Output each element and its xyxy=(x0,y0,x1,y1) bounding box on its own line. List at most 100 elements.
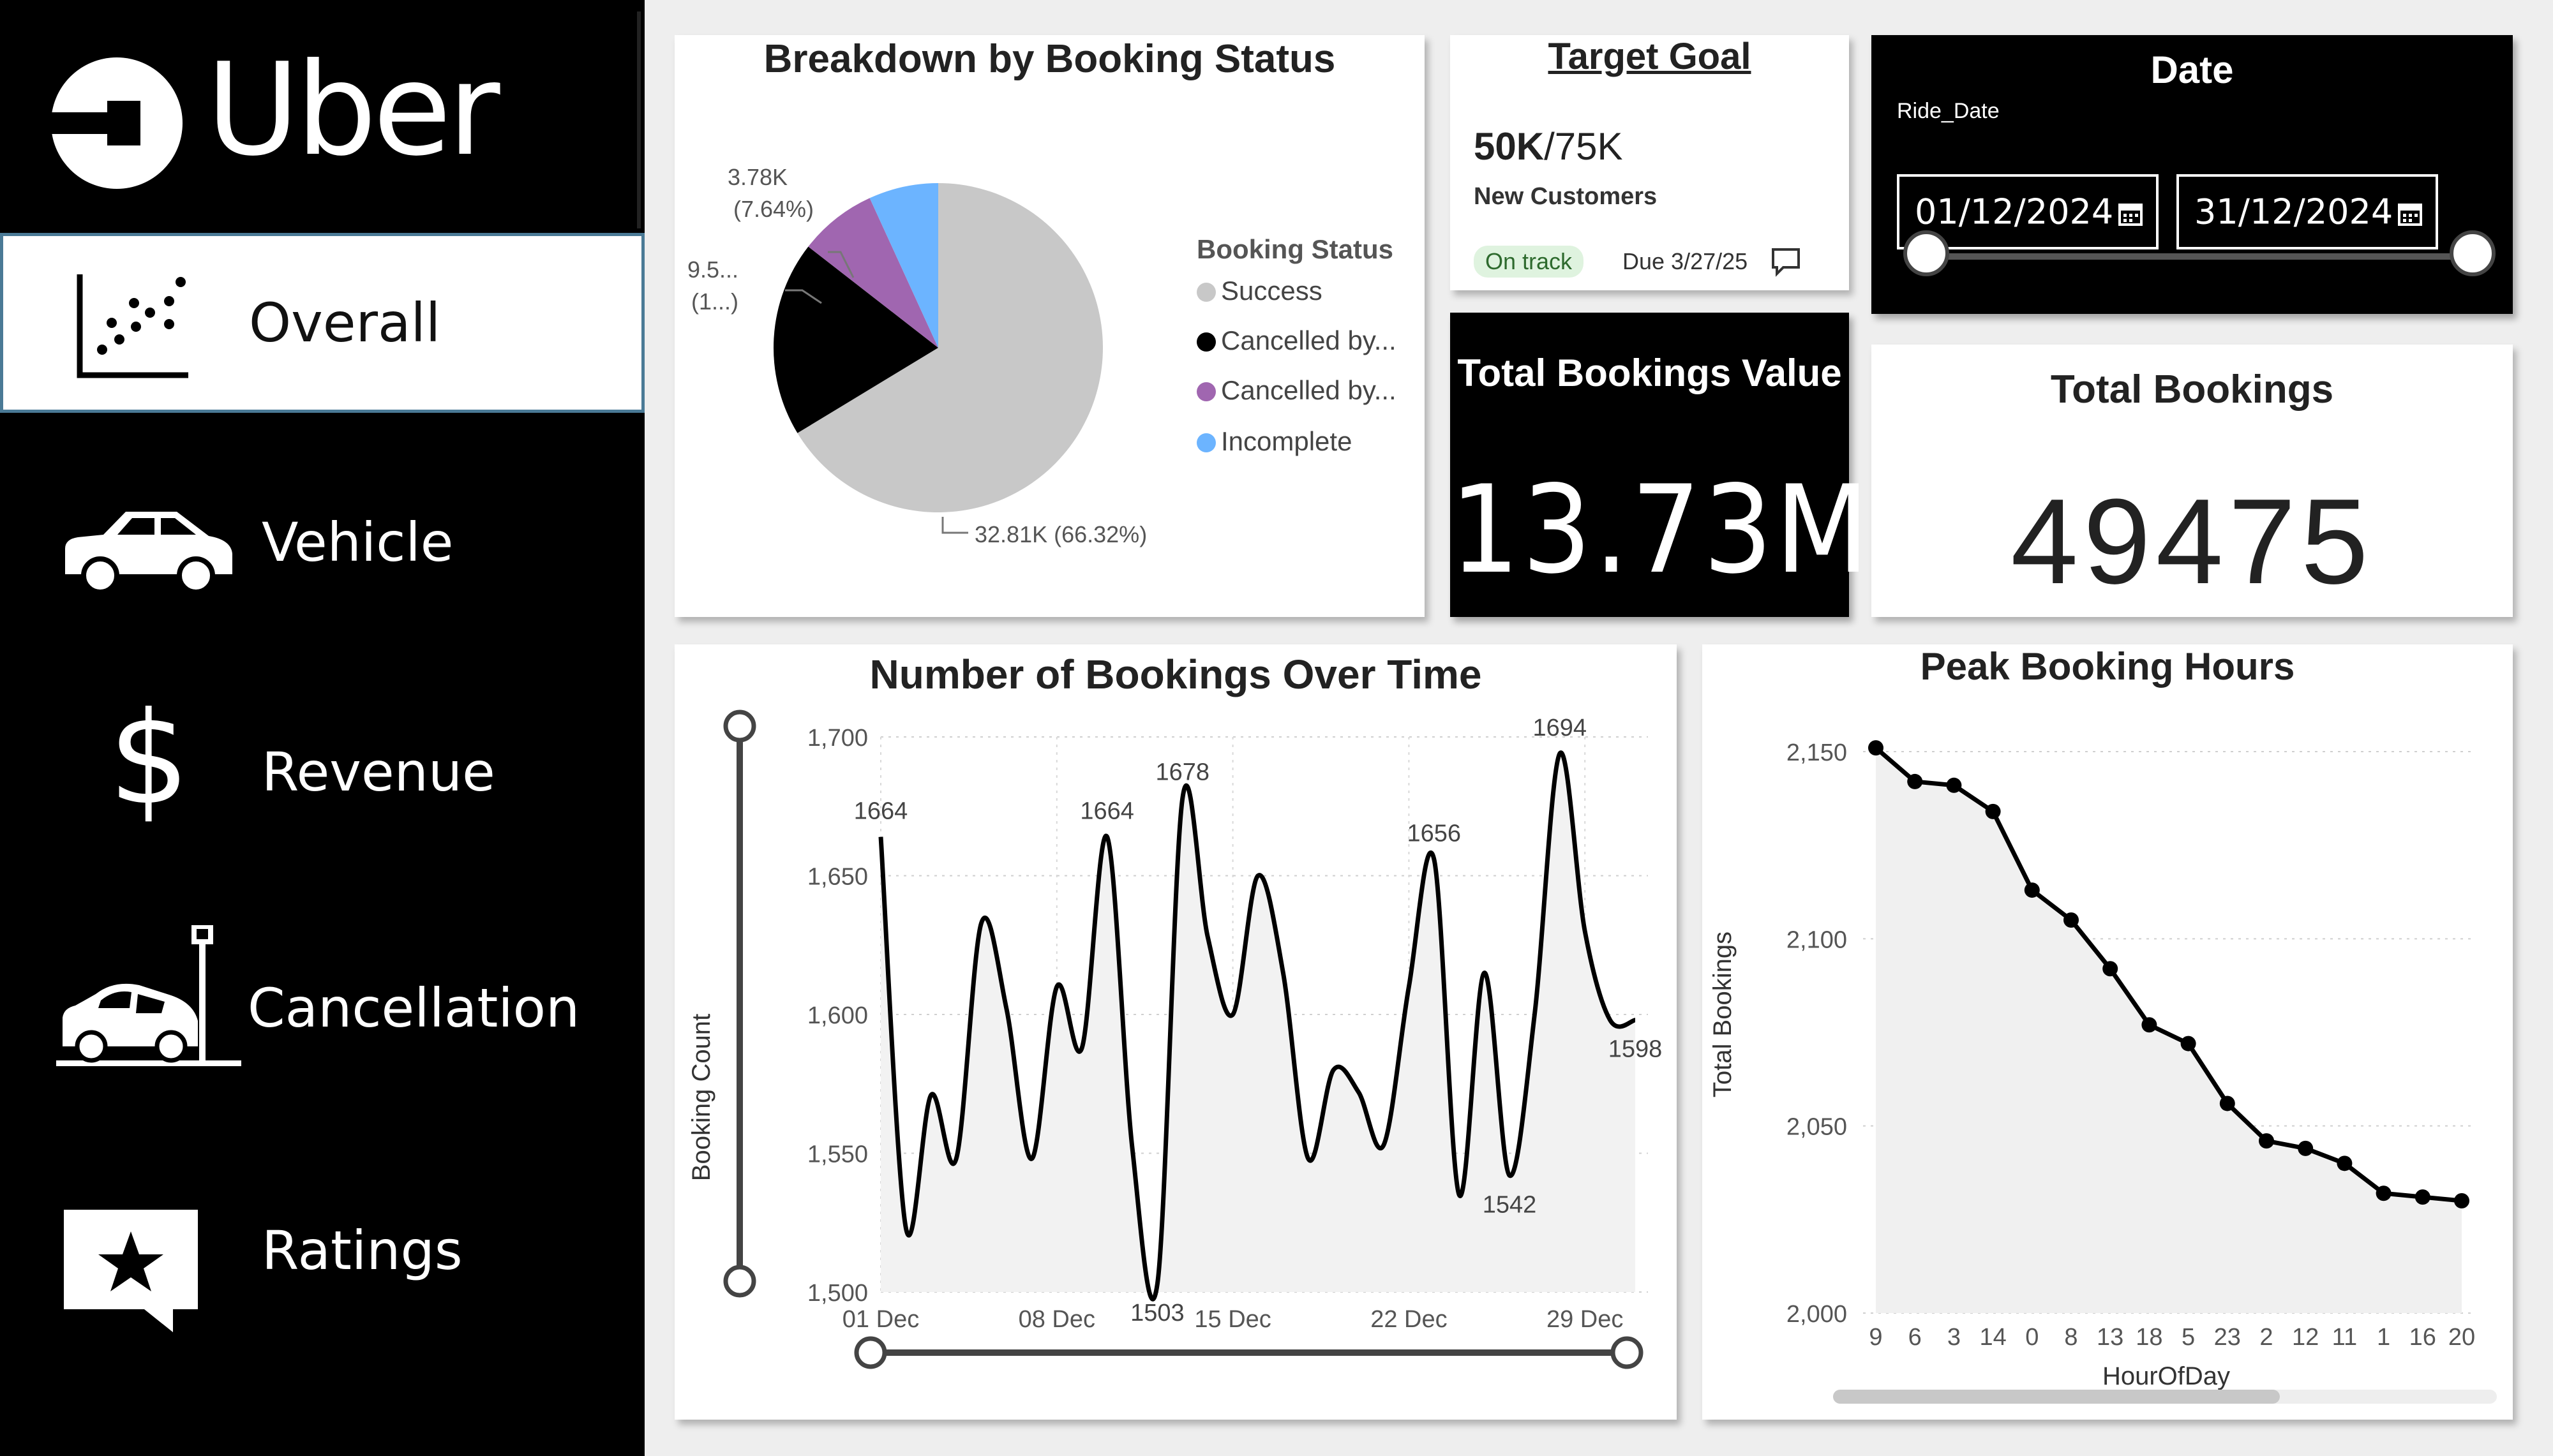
peak-x-axis-label: HourOfDay xyxy=(2102,1362,2230,1390)
peak-x-tick-label: 6 xyxy=(1908,1324,1922,1351)
peak-y-tick-label: 2,150 xyxy=(1786,739,1847,766)
date-range-start-handle[interactable] xyxy=(1903,230,1949,276)
peak-booking-hours-card: Peak Booking Hours Total Bookings HourOf… xyxy=(1702,644,2513,1420)
line-data-label: 1694 xyxy=(1533,715,1587,741)
peak-y-tick-label: 2,000 xyxy=(1786,1301,1847,1328)
calendar-icon[interactable] xyxy=(2397,201,2423,227)
line-x-tick-label: 29 Dec xyxy=(1546,1306,1623,1333)
end-date-input[interactable]: 31/12/2024 xyxy=(2176,174,2438,249)
on-track-badge: On track xyxy=(1474,246,1584,278)
line-x-tick-label: 08 Dec xyxy=(1019,1306,1095,1333)
sidebar: Uber Overall Vehicle $ Revenue Cancellat… xyxy=(0,0,645,1456)
target-value-row: 50K/75K xyxy=(1474,124,1623,168)
line-y-tick-label: 1,550 xyxy=(807,1141,868,1168)
scatter-chart-icon xyxy=(77,274,188,378)
line-x-tick-label: 01 Dec xyxy=(842,1306,919,1333)
line-data-label: 1664 xyxy=(854,798,908,825)
peak-y-tick-label: 2,050 xyxy=(1786,1114,1847,1141)
peak-point xyxy=(2141,1017,2157,1033)
peak-point xyxy=(2376,1185,2392,1201)
total-value-number: 13.73M xyxy=(1450,459,1872,600)
nav-item-ratings[interactable]: Ratings xyxy=(0,1161,645,1340)
comment-icon[interactable] xyxy=(1769,246,1802,279)
nav-item-cancellation[interactable]: Cancellation xyxy=(0,919,645,1097)
calendar-icon[interactable] xyxy=(2118,201,2143,227)
pie-legend-item[interactable]: Success xyxy=(1197,276,1322,306)
pie-legend-item[interactable]: Incomplete xyxy=(1197,426,1352,457)
date-field-label: Ride_Date xyxy=(1897,99,2000,123)
peak-x-tick-label: 23 xyxy=(2214,1324,2241,1351)
date-range-end-handle[interactable] xyxy=(2450,230,2496,276)
peak-point xyxy=(1907,773,1923,789)
peak-x-tick-label: 0 xyxy=(2025,1324,2039,1351)
x-range-start-handle[interactable] xyxy=(854,1336,887,1369)
y-range-top-handle[interactable] xyxy=(723,709,756,743)
pie-legend-title: Booking Status xyxy=(1197,234,1394,264)
pie-legend-item[interactable]: Cancelled by... xyxy=(1197,375,1396,406)
line-y-tick-label: 1,700 xyxy=(807,725,868,752)
line-y-tick-label: 1,600 xyxy=(807,1002,868,1029)
line-y-tick-label: 1,500 xyxy=(807,1280,868,1307)
peak-point xyxy=(2454,1193,2469,1208)
peak-point xyxy=(2414,1189,2430,1205)
x-range-track[interactable] xyxy=(871,1349,1636,1356)
line-data-label: 1678 xyxy=(1156,759,1210,786)
due-date: Due 3/27/25 xyxy=(1622,248,1748,274)
line-data-label: 1503 xyxy=(1130,1300,1185,1326)
legend-dot-icon xyxy=(1197,283,1216,302)
peak-hours-chart: Total Bookings HourOfDay 2,150 2,100 2,050… xyxy=(1709,739,2497,1404)
peak-point xyxy=(2102,961,2118,977)
peak-y-tick-label: 2,100 xyxy=(1786,926,1847,953)
brand-name: Uber xyxy=(206,36,500,184)
nav-label-cancellation: Cancellation xyxy=(248,977,580,1039)
bookings-over-time-card: Number of Bookings Over Time Booking Cou… xyxy=(675,644,1677,1420)
peak-point xyxy=(1985,803,2001,819)
nav-item-vehicle[interactable]: Vehicle xyxy=(0,453,645,632)
car-icon xyxy=(65,512,232,593)
peak-x-tick-label: 2 xyxy=(2259,1324,2273,1351)
nav-label-revenue: Revenue xyxy=(262,741,495,803)
peak-x-tick-label: 8 xyxy=(2064,1324,2078,1351)
peak-point xyxy=(2259,1133,2274,1149)
date-range-track[interactable] xyxy=(1926,253,2471,260)
peak-x-tick-label: 9 xyxy=(1869,1324,1882,1351)
nav-item-revenue[interactable]: $ Revenue xyxy=(0,683,645,861)
peak-point xyxy=(1868,740,1883,756)
pie-label-black-value: 9.5... xyxy=(687,256,738,283)
dollar-icon: $ xyxy=(109,685,190,833)
pie-legend-item[interactable]: Cancelled by... xyxy=(1197,325,1396,356)
target-goal-card: Target Goal 50K/75K New Customers On tra… xyxy=(1450,35,1849,290)
peak-point xyxy=(2298,1140,2314,1156)
target-subtitle: New Customers xyxy=(1474,183,1658,210)
total-bookings-card: Total Bookings 49475 xyxy=(1871,345,2513,617)
bookings-line-chart: Booking Count 1,7001,6501,6001,5501,5000… xyxy=(687,709,1662,1369)
legend-dot-icon xyxy=(1197,332,1216,352)
nav-label-overall: Overall xyxy=(249,292,441,354)
pie-label-black-percent: (1...) xyxy=(691,288,738,315)
y-range-bottom-handle[interactable] xyxy=(723,1265,756,1298)
date-filter-title: Date xyxy=(2150,48,2234,91)
uber-logo: Uber xyxy=(11,11,641,228)
target-goal-title: Target Goal xyxy=(1548,36,1751,77)
line-data-label: 1656 xyxy=(1407,820,1462,847)
peak-point xyxy=(2219,1096,2235,1111)
line-y-tick-label: 1,650 xyxy=(807,864,868,891)
y-range-track[interactable] xyxy=(737,726,743,1281)
peak-point xyxy=(2063,912,2079,928)
peak-x-tick-label: 20 xyxy=(2448,1324,2475,1351)
peak-x-tick-label: 12 xyxy=(2292,1324,2319,1351)
peak-x-tick-label: 3 xyxy=(1947,1324,1961,1351)
nav-item-overall[interactable]: Overall xyxy=(0,233,645,413)
uber-logo-icon xyxy=(43,57,183,189)
peak-x-tick-label: 13 xyxy=(2097,1324,2123,1351)
peak-scrollbar-thumb[interactable] xyxy=(1833,1390,2280,1404)
total-bookings-value-card: Total Bookings Value 13.73M xyxy=(1450,313,1872,617)
legend-label: Cancelled by... xyxy=(1221,325,1396,355)
total-value-title: Total Bookings Value xyxy=(1457,352,1842,394)
x-range-end-handle[interactable] xyxy=(1610,1336,1643,1369)
peak-point xyxy=(2337,1155,2353,1171)
start-date-value: 01/12/2024 xyxy=(1915,191,2114,232)
pie-label-purple-percent: (7.64%) xyxy=(733,196,814,222)
nav-label-ratings: Ratings xyxy=(262,1219,463,1282)
line-x-tick-label: 15 Dec xyxy=(1194,1306,1271,1333)
